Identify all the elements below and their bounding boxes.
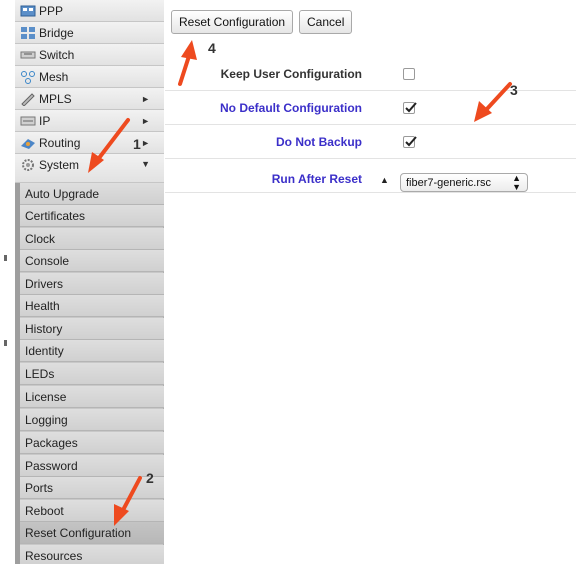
submenu-label: Reboot: [25, 503, 64, 518]
submenu-label: History: [25, 321, 63, 336]
field-label: Keep User Configuration: [220, 67, 362, 81]
submenu-arrow-icon: ►: [141, 93, 150, 104]
submenu-label: Certificates: [25, 208, 86, 223]
keep-user-configuration-checkbox[interactable]: [403, 68, 415, 80]
submenu-label: Console: [25, 253, 70, 268]
switch-icon: [20, 48, 36, 62]
sidebar-item-label: System: [39, 158, 80, 172]
sidebar-item-system[interactable]: System ▼: [15, 154, 164, 183]
reset-configuration-button[interactable]: Reset Configuration: [171, 10, 294, 34]
submenu-label: LEDs: [25, 366, 55, 381]
submenu-label: Identity: [25, 343, 64, 358]
submenu-item-certificates[interactable]: Certificates: [20, 205, 164, 227]
checkmark-icon: [405, 136, 417, 147]
routing-icon: [20, 136, 36, 150]
submenu-label: License: [25, 389, 67, 404]
sidebar-item-mpls[interactable]: MPLS ►: [15, 88, 164, 110]
sidebar-item-bridge[interactable]: Bridge: [15, 22, 164, 44]
select-updown-icon: ▲ ▼: [512, 172, 521, 192]
field-label: Do Not Backup: [275, 135, 362, 149]
submenu-item-packages[interactable]: Packages: [20, 432, 164, 454]
annotation-number: 1: [133, 136, 141, 152]
submenu-item-password[interactable]: Password: [20, 455, 164, 477]
submenu-item-reboot[interactable]: Reboot: [20, 500, 164, 522]
submenu-item-license[interactable]: License: [20, 386, 164, 408]
ppp-icon: [20, 4, 36, 18]
gutter-marker: [4, 340, 7, 346]
submenu-item-console[interactable]: Console: [20, 250, 164, 272]
submenu-label: Logging: [25, 412, 68, 427]
submenu-label: Password: [25, 458, 78, 473]
submenu-item-leds[interactable]: LEDs: [20, 363, 164, 385]
sidebar-item-ip[interactable]: IP ►: [15, 110, 164, 132]
form-row-do-not-backup: Do Not Backup: [165, 126, 576, 159]
form-row-run-after-reset: Run After Reset ▲ fiber7-generic.rsc ▲ ▼: [165, 160, 576, 193]
submenu-item-logging[interactable]: Logging: [20, 409, 164, 431]
sidebar-item-label: Routing: [39, 135, 81, 150]
no-default-configuration-checkbox[interactable]: [403, 102, 417, 114]
sidebar-item-mesh[interactable]: Mesh: [15, 66, 164, 88]
submenu-item-reset-configuration[interactable]: Reset Configuration: [20, 522, 164, 544]
checkmark-icon: [405, 102, 417, 113]
annotation-number: 4: [208, 40, 216, 56]
submenu-arrow-icon: ►: [141, 137, 150, 148]
left-gutter: [0, 0, 15, 564]
submenu-item-clock[interactable]: Clock: [20, 228, 164, 250]
sidebar-item-label: IP: [39, 113, 51, 128]
mesh-icon: [20, 70, 36, 84]
submenu-label: Reset Configuration: [25, 525, 132, 540]
annotation-number: 3: [510, 82, 518, 98]
submenu-label: Health: [25, 298, 60, 313]
submenu-label: Resources: [25, 548, 83, 563]
collapse-triangle-icon[interactable]: ▲: [380, 175, 389, 185]
submenu-arrow-icon: ►: [141, 115, 150, 126]
submenu-label: Auto Upgrade: [25, 186, 100, 201]
submenu-label: Drivers: [25, 276, 63, 291]
submenu-item-health[interactable]: Health: [20, 295, 164, 317]
mpls-icon: [20, 92, 36, 106]
submenu-item-resources[interactable]: Resources: [20, 545, 164, 564]
field-label: Run After Reset: [271, 172, 362, 186]
select-value: fiber7-generic.rsc: [406, 176, 491, 189]
gutter-marker: [4, 255, 7, 261]
annotation-number: 2: [146, 470, 154, 486]
cancel-button[interactable]: Cancel: [299, 10, 353, 34]
sidebar-item-switch[interactable]: Switch: [15, 44, 164, 66]
submenu-item-ports[interactable]: Ports: [20, 477, 164, 499]
sidebar-item-label: Mesh: [39, 69, 69, 84]
run-after-reset-select[interactable]: fiber7-generic.rsc ▲ ▼: [400, 173, 528, 192]
sidebar-item-label: PPP: [39, 3, 64, 18]
do-not-backup-checkbox[interactable]: [403, 136, 417, 148]
sidebar-item-label: Switch: [39, 47, 75, 62]
submenu-label: Clock: [25, 231, 56, 246]
sidebar-item-ppp[interactable]: PPP: [15, 0, 164, 22]
ip-icon: [20, 114, 36, 128]
submenu-item-drivers[interactable]: Drivers: [20, 273, 164, 295]
submenu-item-auto-upgrade[interactable]: Auto Upgrade: [20, 183, 164, 205]
bridge-icon: [20, 26, 36, 40]
sidebar-item-label: Bridge: [39, 25, 74, 40]
submenu-label: Ports: [25, 480, 54, 495]
submenu-item-history[interactable]: History: [20, 318, 164, 340]
system-gear-icon: [20, 158, 36, 172]
submenu-item-identity[interactable]: Identity: [20, 340, 164, 362]
field-label: No Default Configuration: [220, 101, 362, 115]
sidebar-item-label: MPLS: [39, 91, 72, 106]
sidebar-item-routing[interactable]: Routing ►: [15, 132, 164, 154]
submenu-label: Packages: [25, 435, 78, 450]
expanded-arrow-icon: ▼: [141, 159, 150, 169]
